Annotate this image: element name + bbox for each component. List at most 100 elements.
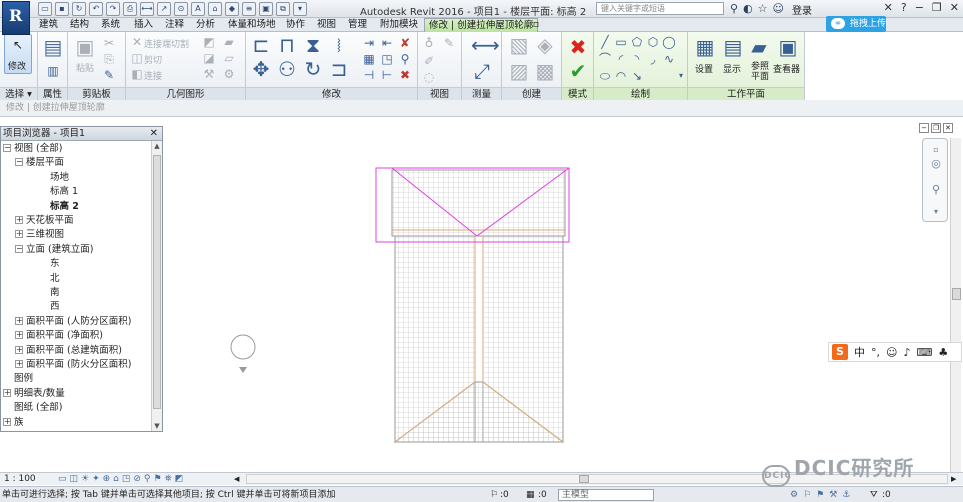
elevation-marker[interactable] [230, 334, 256, 360]
punctuation-icon[interactable]: °, [871, 346, 880, 359]
hscroll-right-icon[interactable]: ▶ [951, 473, 956, 485]
search-input[interactable]: 键入关键字或短语 [596, 2, 724, 15]
steering-wheel-icon[interactable]: ◎ [929, 157, 943, 171]
reference-plane-icon[interactable]: ▰ [748, 36, 770, 58]
tab-addins[interactable]: 附加模块 [380, 18, 418, 32]
array-icon[interactable]: ▦ [362, 52, 376, 66]
pin-icon[interactable]: ⚲ [398, 52, 412, 66]
offset-icon[interactable]: ⊓ [276, 34, 298, 56]
expand-icon[interactable]: + [15, 216, 23, 224]
user-icon[interactable]: ☺ [773, 2, 784, 15]
design-options-icon[interactable]: ▦ [526, 487, 535, 502]
start-end-arc-icon[interactable]: ⌒ [598, 52, 612, 66]
tab-view[interactable]: 视图 [317, 18, 336, 32]
text-icon[interactable]: A [191, 2, 205, 16]
browser-tree-node[interactable]: + 族 [3, 416, 24, 430]
scroll-down-icon[interactable]: ▼ [152, 421, 162, 431]
browser-tree-node[interactable]: 西 [39, 300, 60, 314]
bulb-icon[interactable]: ♁ [422, 36, 436, 50]
browser-close-icon[interactable]: ✕ [150, 127, 158, 141]
trim-single-icon[interactable]: ⊢ [380, 68, 394, 82]
create-parts-icon[interactable]: ◈ [534, 34, 556, 56]
browser-tree-node[interactable]: + 面积平面 (防火分区面积) [15, 358, 131, 372]
browser-tree-node[interactable]: + 面积平面 (人防分区面积) [15, 315, 131, 329]
remove-paint-icon[interactable]: ▱ [222, 51, 236, 65]
minimize-icon[interactable]: − [915, 1, 924, 14]
keyboard-icon[interactable]: ⌨ [917, 346, 933, 359]
browser-tree-node[interactable]: 北 [39, 272, 60, 286]
view-scale[interactable]: 1 : 100 [4, 473, 36, 485]
expand-icon[interactable]: + [15, 331, 23, 340]
section-icon[interactable]: ◆ [225, 2, 239, 16]
line-icon[interactable]: ╱ [598, 35, 612, 49]
nav-options-icon[interactable]: ▾ [929, 205, 943, 219]
browser-tree-node[interactable]: 场地 [39, 171, 69, 185]
browser-tree-node[interactable]: 东 [39, 257, 60, 271]
cancel-edit-mode-icon[interactable]: ✖ [567, 36, 589, 58]
create-group-icon[interactable]: ▨ [508, 60, 530, 82]
wall-joins-icon[interactable]: ◪ [202, 51, 216, 65]
view-vertical-scroll-thumb[interactable] [952, 288, 961, 300]
login-button[interactable]: 登录 [792, 2, 812, 17]
override-graphics-icon[interactable]: ✎ [442, 36, 456, 50]
selection-toggles-icons[interactable]: ⚙⚐⚑⚒⚓ [790, 487, 855, 502]
unjoin-icon[interactable]: ⚙ [222, 67, 236, 81]
center-arc-icon[interactable]: ◜ [614, 52, 628, 66]
pick-lines-icon[interactable]: ↘ [630, 69, 644, 83]
fillet-arc-icon[interactable]: ◞ [646, 52, 660, 66]
ime-language-toggle[interactable]: 中 [854, 344, 865, 360]
browser-vertical-scrollbar[interactable]: ▲ ▼ [151, 141, 162, 431]
align-icon[interactable]: ⊏ [250, 34, 272, 56]
tab-collaborate[interactable]: 协作 [286, 18, 305, 32]
demolish-icon[interactable]: ⚒ [202, 67, 216, 81]
spline-icon[interactable]: ∿ [662, 52, 676, 66]
emoji-icon[interactable]: ☺ [886, 346, 897, 359]
active-model-select[interactable]: 主模型 [558, 489, 654, 501]
drawing-area[interactable]: − ❐ ✕ [163, 117, 963, 471]
tab-modify-create-extrusion-roof[interactable]: 修改 | 创建拉伸屋顶轮廓 [424, 18, 539, 33]
3d-view-icon[interactable]: ⌂ [208, 2, 222, 16]
browser-tree-node[interactable]: − 立面 (建筑立面) [15, 243, 93, 257]
join-geometry-icon[interactable]: ◧ [130, 67, 144, 81]
mirror-axis-icon[interactable]: ⧗ [302, 34, 324, 56]
save-icon[interactable]: ▪ [55, 2, 69, 16]
workset-icon[interactable]: ⚐ [490, 487, 498, 502]
tab-annotate[interactable]: 注释 [165, 18, 184, 32]
hide-icon[interactable]: ◌ [422, 70, 436, 84]
scale-icon[interactable]: ◳ [380, 52, 394, 66]
rotate-icon[interactable]: ↻ [302, 58, 324, 80]
undo-icon[interactable]: ↶ [89, 2, 103, 16]
sync-icon[interactable]: ↻ [72, 2, 86, 16]
zoom-region-icon[interactable]: ⚲ [929, 183, 943, 197]
subscription-icon[interactable]: ◐ [743, 2, 753, 15]
expand-icon[interactable]: + [15, 345, 23, 354]
expand-icon[interactable]: + [15, 316, 23, 325]
measure-tool-icon[interactable]: ⟷ [471, 34, 500, 56]
type-properties-icon[interactable]: ▥ [46, 64, 60, 78]
browser-tree-node[interactable]: − 视图 (全部) [3, 142, 62, 156]
switch-windows-icon[interactable]: ⧉ [276, 2, 290, 16]
trim-extend-icon[interactable]: ⊐ [328, 58, 350, 80]
scroll-up-icon[interactable]: ▲ [152, 141, 162, 151]
collapse-icon[interactable]: − [15, 244, 23, 253]
roof-plan-drawing[interactable] [163, 117, 963, 471]
tab-massing-site[interactable]: 体量和场地 [228, 18, 276, 32]
skin-icon[interactable]: ♣ [938, 346, 948, 359]
binoculars-icon[interactable]: ⚲ [730, 2, 738, 15]
create-similar-icon[interactable]: ▩ [534, 60, 556, 82]
select-panel-title[interactable]: 选择 ▾ [0, 87, 37, 100]
ellipse-icon[interactable]: ⬭ [598, 69, 612, 83]
sogou-logo-icon[interactable]: S [832, 344, 848, 360]
browser-tree-node[interactable]: + 面积平面 (净面积) [15, 329, 103, 343]
show-workplane-icon[interactable]: ▤ [722, 36, 744, 58]
browser-tree-node[interactable]: + 面积平面 (总建筑面积) [15, 344, 122, 358]
circumscribed-polygon-icon[interactable]: ⬡ [646, 35, 660, 49]
collapse-icon[interactable]: − [3, 144, 11, 152]
delete-icon[interactable]: ✖ [398, 68, 412, 82]
restore-icon[interactable]: ❐ [932, 1, 942, 14]
linework-icon[interactable]: ✐ [422, 54, 436, 68]
browser-tree-node[interactable]: 南 [39, 286, 60, 300]
tab-manage[interactable]: 管理 [348, 18, 367, 32]
properties-icon[interactable]: ▤ [42, 36, 64, 58]
print-icon[interactable]: ⎙ [123, 2, 137, 16]
